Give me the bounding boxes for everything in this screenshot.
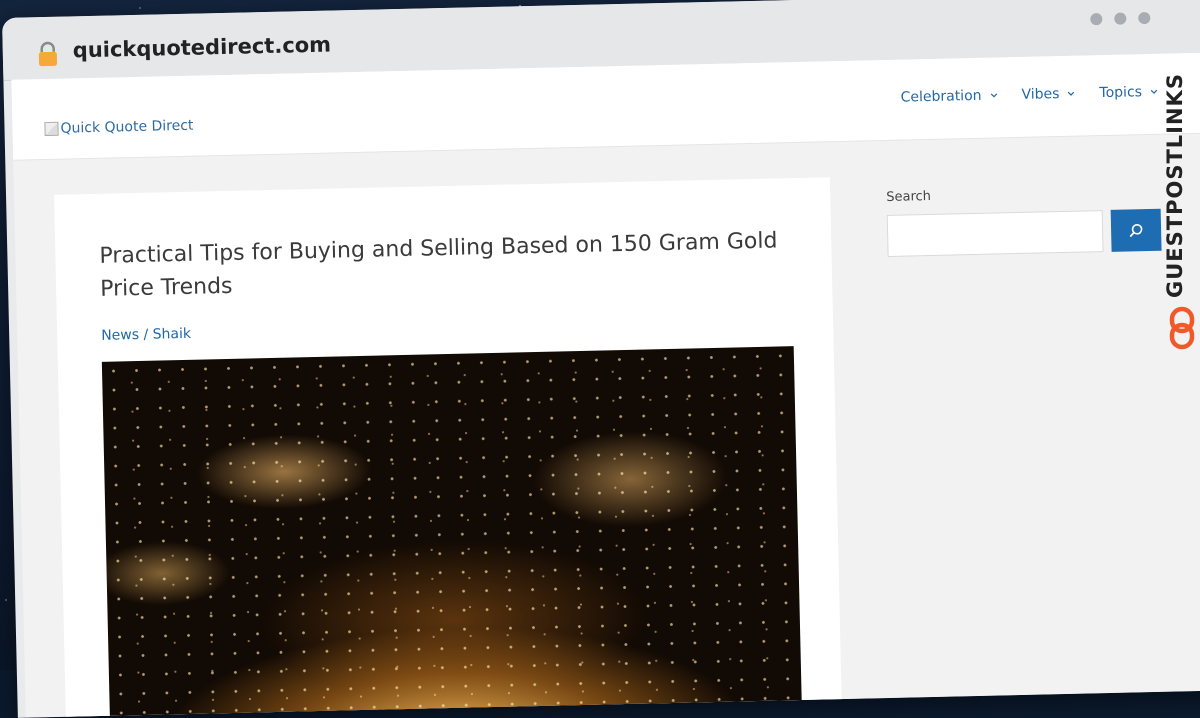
chain-link-icon — [1169, 306, 1195, 350]
search-label: Search — [886, 188, 932, 205]
window-dot-icon[interactable] — [1114, 12, 1127, 25]
broken-image-icon — [44, 121, 59, 137]
author-link[interactable]: Shaik — [153, 326, 192, 343]
watermark-text: GUESTPOSTLINKS — [1163, 73, 1187, 298]
search-input[interactable] — [886, 210, 1104, 257]
search-button[interactable] — [1110, 208, 1162, 252]
main-nav: Celebration Vibes Topics — [900, 84, 1158, 106]
sidebar: Search — [886, 184, 1162, 257]
site-logo[interactable]: Quick Quote Direct — [44, 117, 194, 137]
category-link[interactable]: News — [101, 327, 139, 344]
featured-image — [101, 346, 803, 718]
meta-separator: / — [138, 326, 153, 343]
window-dot-icon[interactable] — [1138, 11, 1151, 25]
article-meta: News / Shaik — [101, 326, 191, 344]
website: Quick Quote Direct Celebration Vibes Top… — [11, 52, 1200, 718]
window-dot-icon[interactable] — [1090, 13, 1103, 26]
nav-item-celebration[interactable]: Celebration — [900, 87, 997, 106]
nav-item-label: Celebration — [900, 87, 982, 106]
nav-item-label: Vibes — [1021, 86, 1060, 103]
search-icon — [1129, 224, 1143, 237]
chevron-down-icon — [1150, 89, 1158, 94]
nav-item-topics[interactable]: Topics — [1099, 84, 1158, 101]
window-controls — [1090, 11, 1151, 26]
search-form — [886, 208, 1162, 257]
article-title: Practical Tips for Buying and Selling Ba… — [99, 228, 778, 302]
gold-sparkles-image — [101, 346, 803, 718]
chevron-down-icon — [1068, 91, 1075, 96]
chevron-down-icon — [990, 93, 997, 98]
url-text[interactable]: quickquotedirect.com — [72, 33, 331, 63]
nav-item-vibes[interactable]: Vibes — [1021, 86, 1075, 103]
logo-alt-text: Quick Quote Direct — [60, 117, 194, 137]
nav-item-label: Topics — [1099, 84, 1143, 102]
browser-window: quickquotedirect.com Quick Quote Direct … — [2, 0, 1200, 718]
lock-icon — [35, 41, 62, 72]
article-card: Practical Tips for Buying and Selling Ba… — [54, 177, 843, 718]
guestpostlinks-watermark: GUESTPOSTLINKS — [1163, 58, 1199, 358]
